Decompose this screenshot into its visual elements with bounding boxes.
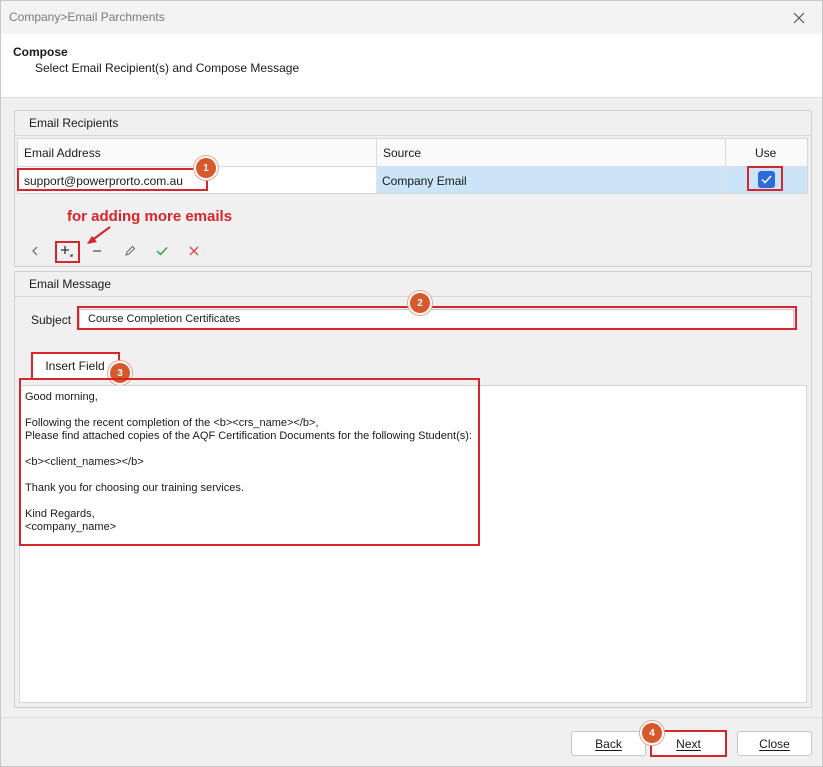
page-subtitle: Select Email Recipient(s) and Compose Me…	[35, 61, 300, 75]
step-badge-2: 2	[410, 293, 430, 313]
confirm-icon[interactable]	[151, 241, 173, 261]
title-bar: Company>Email Parchments	[1, 1, 822, 34]
highlight-email-address	[17, 168, 208, 191]
wizard-header: Compose Select Email Recipient(s) and Co…	[1, 34, 822, 98]
edit-icon[interactable]	[119, 241, 141, 261]
dialog-window: Company>Email Parchments Compose Select …	[0, 0, 823, 767]
page-title: Compose	[13, 45, 68, 59]
highlight-add-button	[55, 241, 80, 263]
step-badge-4: 4	[642, 723, 662, 743]
close-button[interactable]: Close	[737, 731, 812, 756]
highlight-subject	[77, 306, 797, 330]
subject-label: Subject	[31, 313, 72, 327]
column-header-source[interactable]: Source	[377, 139, 726, 167]
highlight-message-body	[19, 378, 480, 546]
cancel-icon[interactable]	[183, 241, 205, 261]
email-message-title: Email Message	[29, 277, 112, 291]
highlight-use-checkbox	[747, 166, 783, 191]
step-badge-1: 1	[196, 158, 216, 178]
back-button[interactable]: Back	[571, 731, 646, 756]
email-recipients-title: Email Recipients	[29, 116, 119, 130]
annotation-note: for adding more emails	[67, 208, 233, 225]
source-cell[interactable]: Company Email	[377, 167, 726, 193]
remove-icon[interactable]	[86, 241, 108, 261]
window-title: Company>Email Parchments	[9, 10, 165, 24]
highlight-insert-field	[31, 352, 120, 380]
close-window-icon[interactable]	[787, 7, 811, 29]
column-header-use[interactable]: Use	[726, 139, 807, 167]
chevron-left-icon[interactable]	[24, 241, 46, 261]
